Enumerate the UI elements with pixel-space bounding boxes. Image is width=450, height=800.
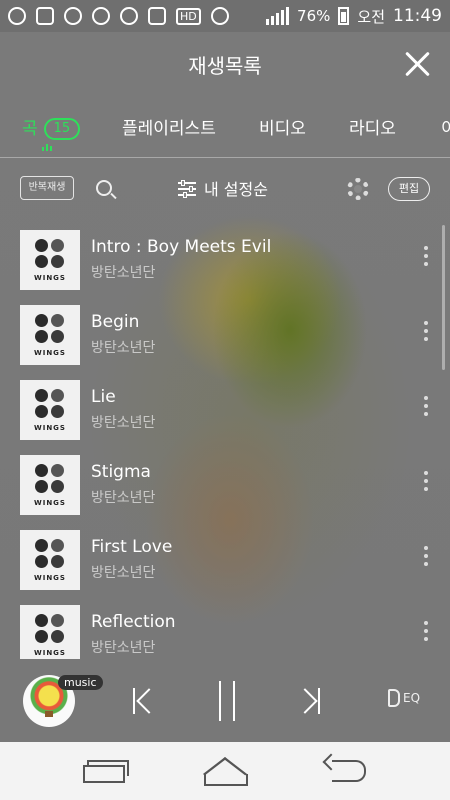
sort-button[interactable]: 내 설정순 [178, 176, 268, 200]
tab-radio[interactable]: 라디오 [349, 114, 396, 139]
wings-cover-art-icon [35, 539, 65, 569]
list-toolbar: 반복재생 내 설정순 편집 [0, 168, 450, 212]
album-thumbnail: WINGS [20, 230, 80, 290]
eq-label: EQ [403, 691, 421, 705]
more-options-icon[interactable] [424, 621, 430, 643]
tab-songs[interactable]: 곡 15 [22, 114, 81, 140]
tab-divider [0, 157, 450, 158]
now-playing-eq-icon [42, 144, 52, 151]
repeat-button[interactable]: 반복재생 [20, 176, 74, 200]
eq-button[interactable]: EQ [388, 689, 420, 707]
system-nav-bar [0, 742, 450, 800]
album-cover-text: WINGS [34, 574, 66, 582]
recent-apps-icon[interactable] [83, 760, 129, 783]
song-artist: 방탄소년단 [91, 565, 156, 581]
headset-icon [120, 7, 138, 25]
sort-label: 내 설정순 [204, 180, 268, 199]
wings-cover-art-icon [35, 389, 65, 419]
more-options-icon[interactable] [424, 396, 430, 418]
app-notification-icon [8, 7, 26, 25]
gear-icon[interactable] [347, 178, 369, 200]
search-icon[interactable] [96, 180, 112, 196]
album-thumbnail: WINGS [20, 305, 80, 365]
sort-sliders-icon [178, 180, 196, 198]
album-thumbnail: WINGS [20, 380, 80, 440]
pause-button[interactable] [216, 681, 238, 721]
song-row[interactable]: WINGS Reflection 방탄소년단 [0, 601, 450, 659]
battery-percent: 76% [297, 7, 331, 25]
ampm-label: 오전 [357, 7, 385, 26]
wings-cover-art-icon [35, 464, 65, 494]
clock: 11:49 [393, 6, 442, 26]
album-cover-text: WINGS [34, 499, 66, 507]
album-cover-text: WINGS [34, 274, 66, 282]
plus-notification-icon [36, 7, 54, 25]
album-cover-text: WINGS [34, 424, 66, 432]
header: 재생목록 [0, 32, 450, 96]
album-cover-text: WINGS [34, 649, 66, 657]
more-options-icon[interactable] [424, 546, 430, 568]
status-bar: HD 76% 오전 11:49 [0, 0, 450, 32]
tab-songs-label: 곡 [22, 119, 38, 139]
more-options-icon[interactable] [424, 471, 430, 493]
edit-button[interactable]: 편집 [388, 177, 430, 201]
back-icon[interactable] [322, 756, 368, 784]
song-title: Stigma [91, 462, 151, 482]
speaker-icon [388, 689, 400, 707]
signal-strength-icon [266, 7, 290, 25]
battery-icon [338, 7, 350, 25]
song-row[interactable]: WINGS Begin 방탄소년단 [0, 301, 450, 376]
album-thumbnail: WINGS [20, 605, 80, 659]
mini-player: music EQ [0, 659, 450, 742]
song-title: Intro : Boy Meets Evil [91, 237, 272, 257]
song-artist: 방탄소년단 [91, 490, 156, 506]
hd-voice-icon: HD [176, 7, 201, 25]
song-title: Begin [91, 312, 140, 332]
song-artist: 방탄소년단 [91, 415, 156, 431]
tab-video[interactable]: 비디오 [259, 114, 306, 139]
album-cover-text: WINGS [34, 349, 66, 357]
home-icon[interactable] [200, 754, 248, 786]
tab-bar: 곡 15 플레이리스트 비디오 라디오 이 [0, 96, 450, 158]
mute-icon [148, 7, 166, 25]
song-artist: 방탄소년단 [91, 265, 156, 281]
song-artist: 방탄소년단 [91, 640, 156, 656]
wings-cover-art-icon [35, 614, 65, 644]
song-row[interactable]: WINGS First Love 방탄소년단 [0, 526, 450, 601]
album-thumbnail: WINGS [20, 530, 80, 590]
song-title: First Love [91, 537, 173, 557]
next-track-button[interactable] [296, 687, 322, 715]
previous-track-button[interactable] [131, 687, 157, 715]
song-artist: 방탄소년단 [91, 340, 156, 356]
song-title: Lie [91, 387, 116, 407]
wings-cover-art-icon [35, 314, 65, 344]
tab-playlist[interactable]: 플레이리스트 [122, 114, 216, 139]
wings-cover-art-icon [35, 239, 65, 269]
song-list: WINGS Intro : Boy Meets Evil 방탄소년단 WINGS Beg… [0, 222, 450, 659]
close-icon[interactable] [404, 50, 432, 78]
page-title: 재생목록 [188, 53, 262, 78]
wifi-icon [210, 7, 229, 25]
song-title: Reflection [91, 612, 176, 632]
tab-more-cutoff[interactable]: 이 [441, 114, 450, 139]
song-count-badge: 15 [43, 118, 81, 140]
more-options-icon[interactable] [424, 246, 430, 268]
hot-air-balloon-icon [45, 711, 53, 717]
song-row[interactable]: WINGS Stigma 방탄소년단 [0, 451, 450, 526]
more-options-icon[interactable] [424, 321, 430, 343]
album-thumbnail: WINGS [20, 455, 80, 515]
song-row[interactable]: WINGS Lie 방탄소년단 [0, 376, 450, 451]
list-scrollbar[interactable] [442, 225, 445, 370]
alarm-icon [92, 7, 110, 25]
song-row[interactable]: WINGS Intro : Boy Meets Evil 방탄소년단 [0, 226, 450, 301]
camera-notification-icon [64, 7, 82, 25]
music-badge: music [58, 675, 103, 690]
